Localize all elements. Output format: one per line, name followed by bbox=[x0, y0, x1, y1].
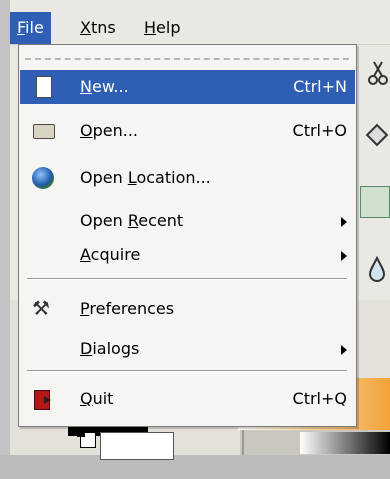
file-menu-dropdown: New... Ctrl+N Open... Ctrl+O Open Locati… bbox=[18, 44, 357, 427]
shortcut-ctrl-n: Ctrl+N bbox=[293, 77, 347, 96]
quit-icon bbox=[34, 390, 51, 410]
menu-item-new[interactable]: New... Ctrl+N bbox=[20, 70, 355, 104]
menu-xtns[interactable]: Xtns bbox=[73, 12, 123, 44]
background-color-swatch[interactable] bbox=[100, 432, 174, 460]
blend-tool-icon[interactable] bbox=[360, 186, 390, 218]
menu-separator bbox=[27, 370, 347, 372]
gradient-preview[interactable] bbox=[300, 432, 390, 454]
open-folder-icon bbox=[33, 124, 55, 139]
menu-file[interactable]: File bbox=[10, 12, 51, 44]
shortcut-ctrl-q: Ctrl+Q bbox=[292, 389, 347, 408]
menu-item-acquire[interactable]: Acquire bbox=[20, 238, 355, 272]
tearoff-line[interactable] bbox=[25, 58, 349, 60]
menu-item-dialogs[interactable]: Dialogs bbox=[20, 332, 355, 366]
scissors-tool-icon[interactable] bbox=[362, 56, 390, 90]
menu-item-quit[interactable]: Quit Ctrl+Q bbox=[20, 382, 355, 416]
menu-item-open-recent[interactable]: Open Recent bbox=[20, 204, 355, 238]
panel-divider bbox=[242, 430, 244, 455]
submenu-arrow-icon bbox=[341, 217, 347, 227]
menu-separator bbox=[27, 278, 347, 280]
new-document-icon bbox=[36, 76, 52, 98]
menu-item-open[interactable]: Open... Ctrl+O bbox=[20, 114, 355, 148]
menu-item-preferences[interactable]: ⚒ Preferences bbox=[20, 292, 355, 326]
shortcut-ctrl-o: Ctrl+O bbox=[292, 121, 347, 140]
screen-frame-bottom bbox=[0, 455, 390, 479]
submenu-arrow-icon bbox=[341, 345, 347, 355]
bucket-fill-tool-icon[interactable] bbox=[362, 118, 390, 152]
menu-help[interactable]: Help bbox=[137, 12, 187, 44]
ink-drop-tool-icon[interactable] bbox=[362, 252, 390, 286]
menubar: File Xtns Help bbox=[10, 12, 390, 45]
globe-icon bbox=[32, 167, 54, 189]
screen-frame-left bbox=[0, 0, 10, 479]
submenu-arrow-icon bbox=[341, 251, 347, 261]
menu-item-open-location[interactable]: Open Location... bbox=[20, 161, 355, 195]
preferences-tools-icon: ⚒ bbox=[32, 296, 50, 320]
default-colors-icon[interactable] bbox=[77, 429, 96, 448]
